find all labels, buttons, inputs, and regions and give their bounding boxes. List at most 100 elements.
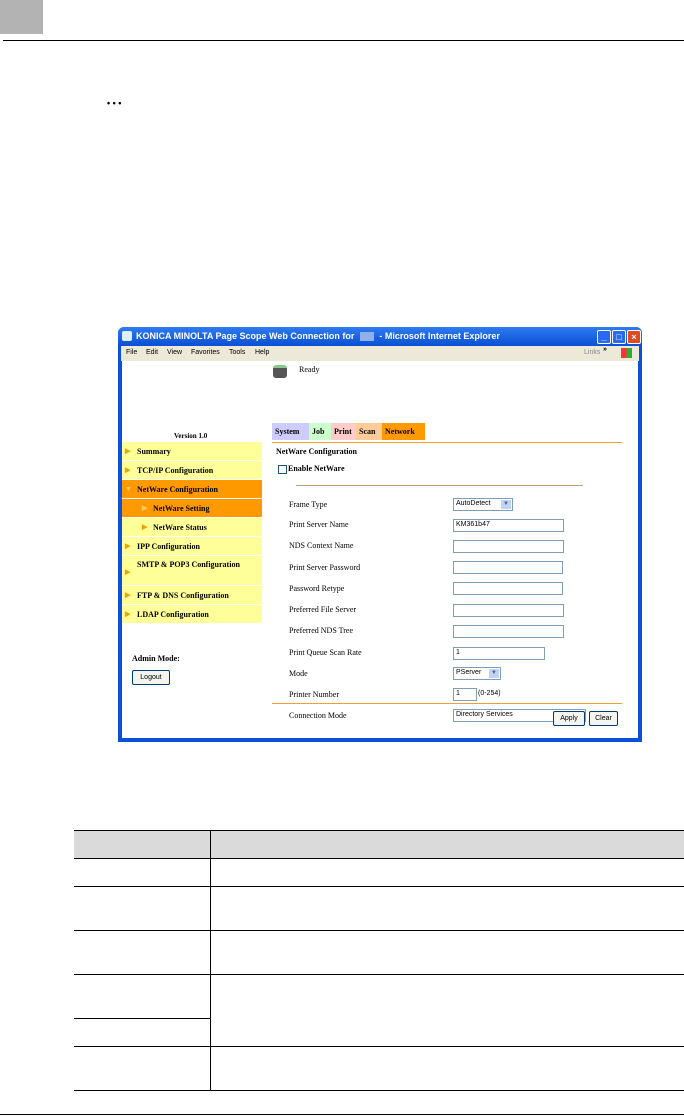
- enable-netware-checkbox[interactable]: [278, 465, 287, 474]
- title-bar: KONICA MINOLTA Page Scope Web Connection…: [118, 327, 642, 346]
- sidebar-label: NetWare Configuration: [137, 485, 218, 494]
- links-label[interactable]: Links: [584, 349, 600, 356]
- menu-tools[interactable]: Tools: [229, 349, 245, 356]
- print-queue-scan-rate-label: Print Queue Scan Rate: [289, 648, 362, 657]
- form-title: NetWare Configuration: [276, 447, 357, 456]
- form-divider: [296, 485, 583, 486]
- menu-edit[interactable]: Edit: [146, 349, 158, 356]
- sidebar-label: SMTP & POP3 Configuration: [137, 560, 240, 569]
- connection-mode-label: Connection Mode: [289, 711, 347, 720]
- maximize-button[interactable]: □: [612, 330, 626, 344]
- mode-select[interactable]: PServer ▼: [453, 667, 501, 680]
- sidebar-item-ldap[interactable]: ▶ LDAP Configuration: [122, 605, 262, 624]
- table-cell: [210, 1046, 684, 1091]
- print-server-password-input[interactable]: [453, 561, 563, 574]
- window-title: KONICA MINOLTA Page Scope Web Connection…: [136, 331, 355, 341]
- table-cell: [74, 1018, 211, 1047]
- printer-status-icon: [273, 365, 287, 378]
- print-queue-scan-rate-input[interactable]: 1: [453, 647, 545, 660]
- apply-button[interactable]: Apply: [553, 711, 585, 726]
- print-server-name-label: Print Server Name: [289, 520, 349, 529]
- frame-type-label: Frame Type: [289, 500, 328, 509]
- table-cell: [210, 974, 684, 1047]
- sidebar-item-netware-setting[interactable]: ▶ NetWare Setting: [122, 499, 262, 518]
- sidebar-item-summary[interactable]: ▶ Summary: [122, 442, 262, 461]
- table-row: [74, 930, 684, 975]
- version-label: Version 1.0: [174, 432, 208, 440]
- select-value: AutoDetect: [456, 500, 491, 507]
- page-content: Ready System Job Print Scan Network Vers…: [122, 361, 638, 738]
- tab-scan[interactable]: Scan: [356, 423, 382, 440]
- sidebar-label: NetWare Status: [153, 523, 207, 532]
- close-button[interactable]: ×: [627, 330, 641, 344]
- sidebar-item-smtp-pop3[interactable]: ▶ SMTP & POP3 Configuration: [122, 556, 262, 586]
- admin-mode-label: Admin Mode:: [132, 654, 180, 663]
- sidebar-label: Summary: [137, 447, 171, 456]
- select-value: Directory Services: [456, 711, 513, 718]
- links-chevron[interactable]: »: [603, 346, 607, 353]
- table-row: [74, 1046, 684, 1091]
- bullet-dots: • • •: [107, 98, 122, 108]
- sidebar-item-tcpip[interactable]: ▶ TCP/IP Configuration: [122, 461, 262, 480]
- logout-button[interactable]: Logout: [132, 670, 170, 685]
- menu-help[interactable]: Help: [255, 349, 269, 356]
- nds-context-name-label: NDS Context Name: [289, 541, 354, 550]
- mode-label: Mode: [289, 669, 308, 678]
- table-cell: [74, 930, 211, 975]
- tab-job[interactable]: Job: [309, 423, 331, 440]
- sidebar-item-netware-status[interactable]: ▶ NetWare Status: [122, 518, 262, 537]
- window-title-suffix: - Microsoft Internet Explorer: [379, 331, 500, 341]
- windows-logo-icon: [621, 348, 632, 358]
- sidebar-item-ftp-dns[interactable]: ▶ FTP & DNS Configuration: [122, 586, 262, 605]
- print-server-password-label: Print Server Password: [289, 563, 361, 572]
- menu-favorites[interactable]: Favorites: [191, 349, 220, 356]
- tab-system[interactable]: System: [272, 423, 309, 440]
- menu-bar: File Edit View Favorites Tools Help Link…: [121, 346, 639, 361]
- clear-button[interactable]: Clear: [589, 711, 618, 726]
- select-value: PServer: [456, 669, 482, 676]
- sidebar-item-ipp[interactable]: ▶ IPP Configuration: [122, 537, 262, 556]
- sidebar-label: FTP & DNS Configuration: [137, 591, 229, 600]
- minimize-button[interactable]: _: [597, 330, 611, 344]
- tab-underline: [272, 442, 622, 443]
- form-bottom-rule: [272, 703, 622, 704]
- description-table: [74, 830, 684, 1091]
- menu-view[interactable]: View: [167, 349, 182, 356]
- page-tab-marker: [0, 0, 43, 34]
- sidebar-label: TCP/IP Configuration: [137, 466, 214, 475]
- printer-number-hint: (0-254): [478, 690, 501, 697]
- nds-context-name-input[interactable]: [453, 540, 564, 553]
- table-cell: [210, 930, 684, 975]
- chevron-down-icon: ▼: [501, 500, 511, 509]
- table-cell: [210, 858, 684, 887]
- redacted-model: [359, 332, 374, 342]
- menu-file[interactable]: File: [126, 349, 137, 356]
- sidebar-item-netware-configuration[interactable]: ▼ NetWare Configuration: [122, 480, 262, 499]
- preferred-file-server-input[interactable]: [453, 604, 564, 617]
- sidebar-label: LDAP Configuration: [137, 610, 209, 619]
- preferred-nds-tree-input[interactable]: [453, 625, 564, 638]
- status-text: Ready: [299, 365, 320, 374]
- table-cell: [74, 974, 211, 1019]
- password-retype-input[interactable]: [453, 582, 563, 595]
- ie-icon: [122, 331, 132, 341]
- table-cell: [74, 1046, 211, 1091]
- enable-netware-label: Enable NetWare: [288, 464, 345, 473]
- frame-type-select[interactable]: AutoDetect ▼: [453, 498, 513, 511]
- table-cell: [74, 886, 211, 931]
- table-row: [74, 974, 684, 1047]
- tab-print[interactable]: Print: [331, 423, 356, 440]
- preferred-file-server-label: Preferred File Server: [289, 605, 357, 614]
- header-cell: [74, 830, 211, 859]
- table-header: [74, 830, 684, 859]
- browser-window: KONICA MINOLTA Page Scope Web Connection…: [118, 327, 642, 742]
- sidebar-label: NetWare Setting: [153, 504, 210, 513]
- table-row: [74, 886, 684, 931]
- printer-number-input[interactable]: 1: [453, 688, 477, 701]
- table-row: [74, 858, 684, 887]
- printer-number-label: Printer Number: [289, 690, 339, 699]
- preferred-nds-tree-label: Preferred NDS Tree: [289, 626, 353, 635]
- print-server-name-input[interactable]: KM361b47: [453, 519, 564, 532]
- header-rule: [3, 40, 684, 41]
- tab-network[interactable]: Network: [382, 423, 425, 440]
